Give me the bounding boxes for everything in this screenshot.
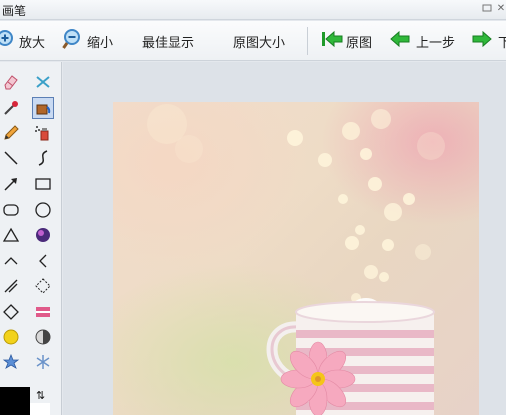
- window-title: 画笔: [2, 4, 27, 18]
- snowflake-icon[interactable]: [32, 351, 54, 373]
- first-arrow-icon: [321, 30, 343, 52]
- title-bar: 画笔 ✕: [0, 0, 506, 20]
- color-replace-icon[interactable]: [32, 71, 54, 93]
- sphere-icon[interactable]: [32, 224, 54, 246]
- best-fit-button[interactable]: 最佳显示: [142, 30, 194, 52]
- curve-icon[interactable]: [32, 147, 54, 169]
- arrow-icon[interactable]: [0, 173, 22, 195]
- next-button[interactable]: 下: [472, 30, 506, 52]
- foreground-color-swatch[interactable]: [0, 387, 30, 415]
- toolbar: 放大 缩小 最佳显示 原图大小 原图 上一步 下: [0, 21, 506, 61]
- background-color-swatch[interactable]: [30, 403, 50, 415]
- canvas-image[interactable]: [113, 102, 479, 415]
- half-circle-icon[interactable]: [32, 326, 54, 348]
- diamond-outline-icon[interactable]: [32, 275, 54, 297]
- next-label: 下: [498, 35, 506, 51]
- ellipse-icon[interactable]: [32, 199, 54, 221]
- restore-icon[interactable]: [481, 3, 493, 15]
- zoom-out-label: 缩小: [87, 35, 114, 51]
- angle-up-icon[interactable]: [0, 250, 22, 272]
- zoom-in-label: 放大: [19, 35, 46, 51]
- angle-left-icon[interactable]: [32, 250, 54, 272]
- right-arrow-icon: [472, 30, 492, 52]
- eraser-icon[interactable]: [0, 71, 22, 93]
- rounded-rectangle-icon[interactable]: [0, 199, 22, 221]
- close-icon[interactable]: ✕: [495, 3, 506, 15]
- actual-size-button[interactable]: 原图大小: [233, 30, 285, 52]
- star-icon[interactable]: [0, 351, 22, 373]
- diagonal-icon[interactable]: [0, 275, 22, 297]
- left-arrow-icon: [390, 30, 410, 52]
- magnifier-plus-icon: [0, 29, 16, 53]
- previous-label: 上一步: [416, 35, 456, 51]
- color-picker-icon[interactable]: [0, 97, 22, 119]
- swap-colors-icon[interactable]: ⇅: [36, 390, 50, 402]
- pencil-icon[interactable]: [0, 122, 22, 144]
- original-label: 原图: [346, 35, 373, 51]
- previous-button[interactable]: 上一步: [390, 30, 455, 52]
- magnifier-minus-icon: [62, 28, 84, 54]
- spray-icon[interactable]: [32, 122, 54, 144]
- diamond-icon[interactable]: [0, 301, 22, 323]
- ribbon-icon[interactable]: [32, 301, 54, 323]
- original-button[interactable]: 原图: [321, 30, 372, 52]
- triangle-icon[interactable]: [0, 224, 22, 246]
- best-fit-label: 最佳显示: [142, 35, 195, 51]
- toolbar-divider: [307, 27, 308, 55]
- fill-bucket-icon[interactable]: [32, 97, 54, 119]
- paint-window: 画笔 ✕ 放大 缩小 最佳显示 原图大小 原图 上一步 下 ⇅: [0, 0, 506, 415]
- zoom-out-button[interactable]: 缩小: [62, 28, 114, 54]
- zoom-in-button[interactable]: 放大: [0, 30, 45, 52]
- line-icon[interactable]: [0, 147, 22, 169]
- actual-size-label: 原图大小: [233, 35, 286, 51]
- rectangle-icon[interactable]: [32, 173, 54, 195]
- circle-yellow-icon[interactable]: [0, 326, 22, 348]
